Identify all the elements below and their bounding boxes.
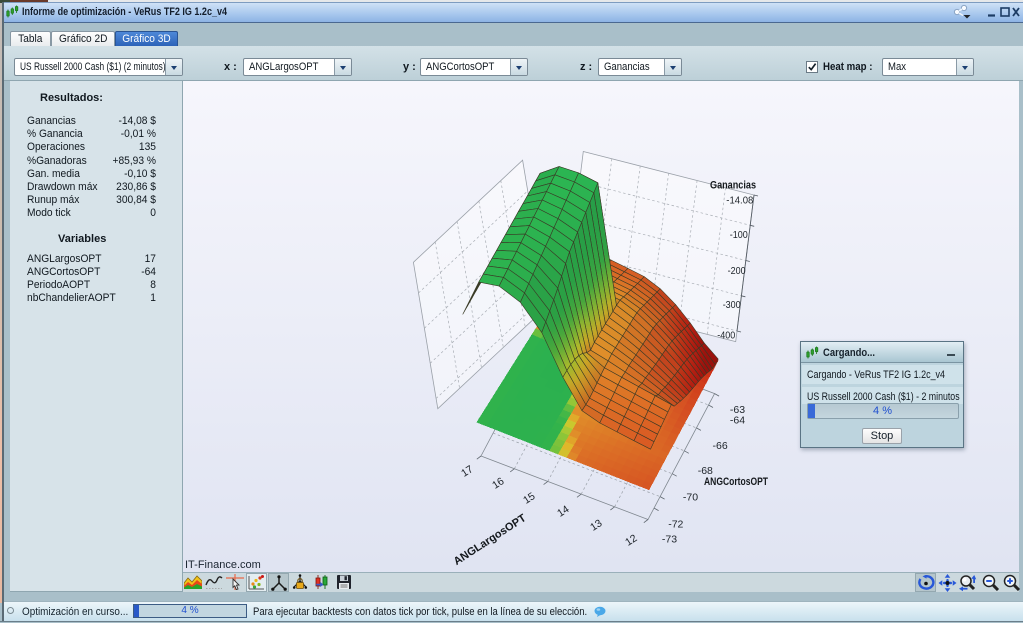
svg-text:-14.08: -14.08 [726,194,753,206]
svg-text:-72: -72 [668,519,683,531]
svg-text:Ganancias: Ganancias [710,180,756,192]
svg-text:-73: -73 [662,533,677,545]
svg-text:-64: -64 [730,414,745,426]
svg-text:-400: -400 [717,330,735,342]
svg-text:-66: -66 [713,440,728,452]
svg-text:ANGLargosOPT: ANGLargosOPT [452,512,529,568]
svg-text:ANGCortosOPT: ANGCortosOPT [704,476,768,488]
svg-text:16: 16 [490,475,506,492]
svg-text:14: 14 [555,503,571,520]
svg-text:12: 12 [623,532,639,549]
svg-text:-70: -70 [683,492,698,504]
svg-text:13: 13 [588,517,604,534]
svg-text:-300: -300 [723,299,741,311]
svg-text:17: 17 [459,463,475,480]
svg-text:-200: -200 [728,265,746,277]
svg-text:15: 15 [521,490,537,507]
svg-text:-100: -100 [730,229,748,241]
